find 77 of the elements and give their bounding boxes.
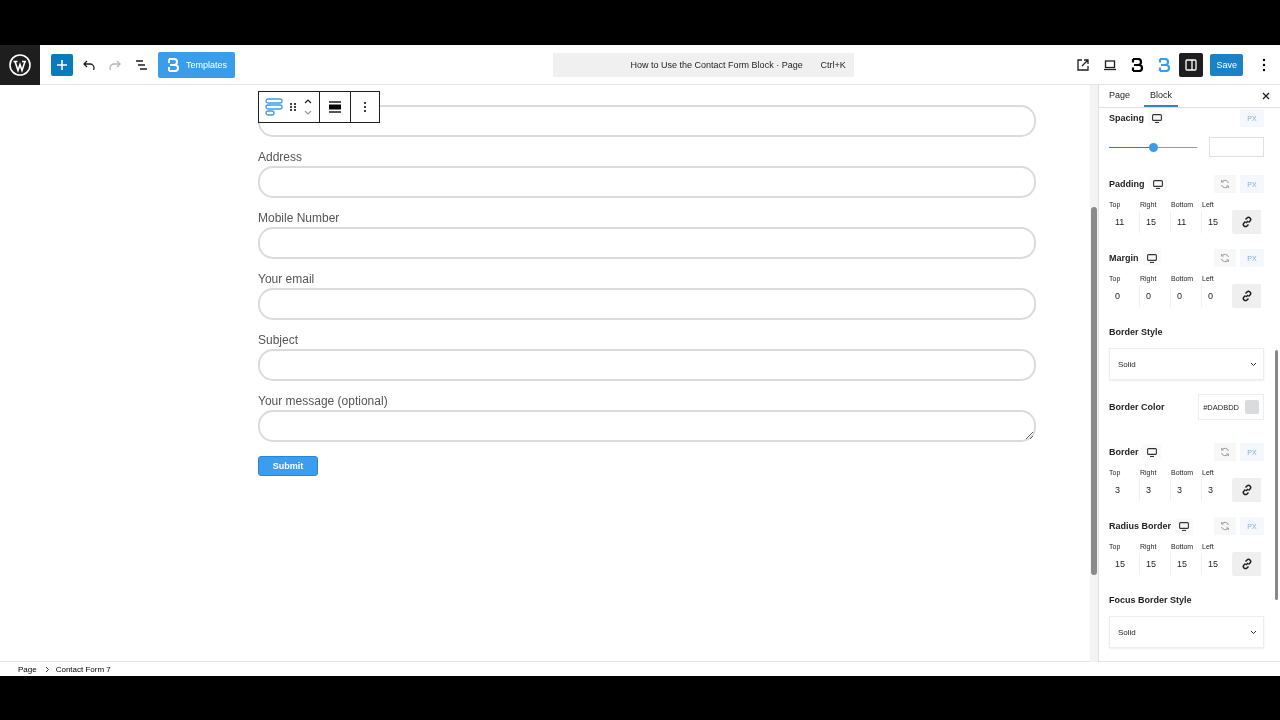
input-field[interactable]	[258, 288, 1036, 320]
link-sides-button[interactable]	[1233, 552, 1261, 576]
input-field[interactable]	[258, 349, 1036, 381]
section-title: Spacing	[1109, 113, 1144, 123]
input-field[interactable]	[258, 227, 1036, 259]
wordpress-logo-icon[interactable]	[9, 53, 31, 76]
more-options-button[interactable]	[363, 101, 367, 113]
align-icon	[329, 101, 341, 113]
sidebar-panel-icon	[1184, 57, 1199, 72]
sidebar-tab[interactable]: Block	[1144, 85, 1179, 107]
chevron-down-icon	[1250, 629, 1257, 635]
section-title: Border	[1109, 447, 1139, 457]
list-icon	[135, 59, 147, 70]
section-title: Radius Border	[1109, 521, 1171, 531]
dropdown-select[interactable]: Solid	[1109, 348, 1264, 380]
slider-thumb[interactable]	[1149, 142, 1158, 152]
drag-handle-icon	[289, 102, 297, 112]
kebab-menu-icon	[1262, 57, 1266, 72]
chevron-right-icon	[44, 665, 50, 673]
section-title: Border Color	[1109, 402, 1165, 412]
number-input-field[interactable]	[1209, 137, 1264, 157]
document-title-bar[interactable]: How to Use the Contact Form Block · Page Ctrl+K	[552, 52, 854, 77]
laptop-icon	[1103, 57, 1118, 72]
device-toggle[interactable]	[1142, 444, 1161, 460]
sidebar-tab[interactable]: Page	[1103, 85, 1137, 107]
section-title: Padding	[1109, 179, 1145, 189]
drag-handle[interactable]	[289, 102, 297, 112]
refresh-icon	[1220, 253, 1230, 263]
desktop-icon	[1152, 179, 1163, 189]
field-label: Your email	[258, 272, 316, 286]
dropdown-select[interactable]: Solid	[1109, 616, 1264, 648]
device-toggle[interactable]	[1148, 110, 1166, 126]
field-label: Your message (optional)	[258, 394, 389, 408]
input-field[interactable]	[258, 166, 1036, 198]
save-button[interactable]: Save	[1210, 53, 1243, 76]
section-title: Border Style	[1109, 327, 1163, 337]
chain-link-icon	[1241, 484, 1253, 496]
document-title: How to Use the Contact Form Block · Page	[629, 59, 804, 70]
chain-link-icon	[1241, 290, 1253, 302]
add-block-button[interactable]	[51, 53, 73, 76]
device-toggle[interactable]	[1148, 176, 1167, 192]
desktop-icon	[1146, 253, 1157, 263]
refresh-icon	[1220, 521, 1230, 531]
desktop-icon	[1152, 113, 1162, 123]
section-title: Focus Border Style	[1109, 595, 1192, 605]
chevron-down-icon	[1250, 361, 1257, 367]
up-down-chevrons-icon	[303, 98, 313, 116]
keyboard-shortcut: Ctrl+K	[820, 59, 846, 70]
external-link-icon	[1076, 57, 1091, 72]
breadcrumb-link[interactable]: Contact Form 7	[55, 664, 111, 674]
device-toggle[interactable]	[1142, 250, 1161, 266]
link-sides-button[interactable]	[1233, 284, 1261, 308]
link-sides-button[interactable]	[1233, 478, 1261, 502]
desktop-icon	[1179, 521, 1189, 531]
kebab-menu-icon	[363, 101, 367, 113]
desktop-icon	[1146, 447, 1157, 457]
refresh-icon	[1220, 447, 1230, 457]
field-label: Mobile Number	[258, 211, 341, 225]
move-buttons[interactable]	[303, 98, 313, 116]
chain-link-icon	[1241, 216, 1253, 228]
field-label: Address	[258, 150, 304, 164]
settings-sidebar-button[interactable]	[1179, 52, 1204, 77]
undo-icon	[83, 59, 95, 70]
refresh-icon	[1220, 179, 1230, 189]
form-block-icon	[265, 98, 283, 116]
close-icon	[1262, 92, 1270, 100]
device-toggle[interactable]	[1175, 518, 1193, 534]
plus-icon	[56, 58, 68, 71]
align-button[interactable]	[329, 101, 341, 113]
redo-icon	[109, 59, 121, 70]
chain-link-icon	[1241, 558, 1253, 570]
link-sides-button[interactable]	[1233, 210, 1261, 234]
field-label: Subject	[258, 333, 300, 347]
scrollbar[interactable]	[1090, 85, 1098, 662]
section-title: Margin	[1109, 253, 1139, 263]
breadcrumb-link[interactable]: Page	[18, 664, 37, 674]
block-type-button[interactable]	[265, 98, 283, 116]
